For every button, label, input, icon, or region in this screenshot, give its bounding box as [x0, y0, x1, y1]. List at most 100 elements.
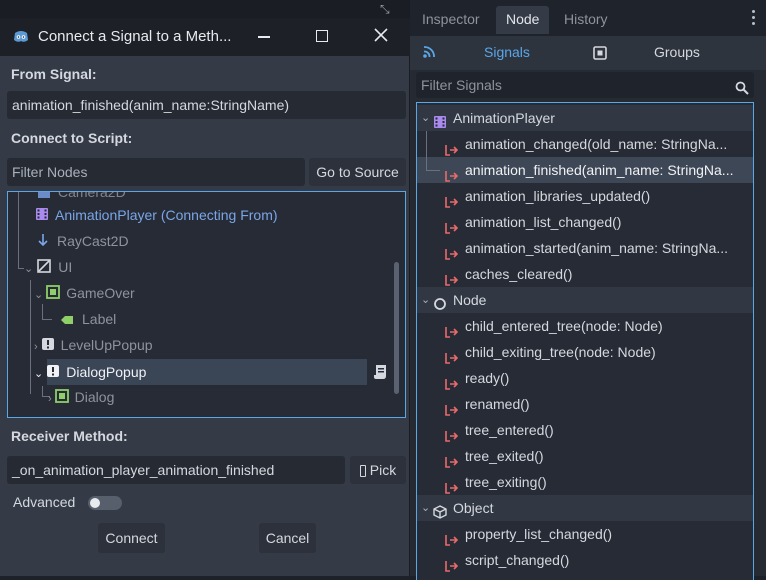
signal-label: script_changed() [465, 552, 570, 568]
signal-row[interactable]: tree_exited() [417, 443, 753, 469]
signal-group-label: AnimationPlayer [453, 110, 555, 126]
signal-label: child_exiting_tree(node: Node) [465, 344, 656, 360]
receiver-method-input[interactable]: _on_animation_player_animation_finished [7, 456, 345, 484]
signal-label: caches_cleared() [465, 266, 573, 282]
tab-inspector[interactable]: Inspector [412, 6, 490, 34]
signal-row[interactable]: tree_entered() [417, 417, 753, 443]
signal-row[interactable]: animation_libraries_updated() [417, 183, 753, 209]
animation-player-icon [35, 204, 49, 228]
advanced-toggle[interactable] [88, 496, 122, 510]
signal-arrow-icon [445, 450, 459, 469]
signal-label: tree_entered() [465, 422, 554, 438]
signal-row[interactable]: ready() [417, 365, 753, 391]
signal-arrow-icon [445, 554, 459, 573]
tree-node-label-node[interactable]: Label [60, 307, 116, 331]
signal-row[interactable]: animation_started(anim_name: StringNa... [417, 235, 753, 261]
signal-row[interactable]: renamed() [417, 391, 753, 417]
signal-row[interactable]: tree_exiting() [417, 469, 753, 495]
tree-node-dialogpopup[interactable]: ⌄ DialogPopup [34, 360, 146, 384]
connect-button[interactable]: Connect [98, 523, 165, 553]
cancel-button[interactable]: Cancel [259, 523, 316, 553]
signal-label: tree_exiting() [465, 474, 547, 490]
chevron-down-icon[interactable]: ⌄ [24, 263, 33, 275]
signal-row[interactable]: property_list_changed() [417, 521, 753, 547]
minimize-icon[interactable] [258, 36, 270, 38]
signal-arrow-icon [445, 528, 459, 547]
signal-label: child_entered_tree(node: Node) [465, 318, 663, 334]
tree-node-gameover[interactable]: ⌄ GameOver [34, 281, 135, 305]
tree-node-animationplayer[interactable]: AnimationPlayer (Connecting From) [35, 203, 278, 227]
signal-group-object[interactable]: ⌄ Object [417, 495, 753, 521]
tree-node-label: Label [82, 311, 117, 327]
tree-node-raycast2d[interactable]: RayCast2D [38, 229, 129, 253]
close-icon[interactable] [374, 28, 388, 45]
filter-signals-input[interactable]: Filter Signals [416, 72, 754, 98]
signals-tab[interactable]: Signals [484, 44, 530, 60]
dialog-title: Connect a Signal to a Meth... [38, 28, 232, 45]
signal-row[interactable]: animation_changed(old_name: StringNa... [417, 131, 753, 157]
groups-tab[interactable]: Groups [654, 44, 700, 60]
signal-arrow-icon [445, 138, 459, 157]
signal-group-node[interactable]: ⌄ Node [417, 287, 753, 313]
filter-signals-placeholder: Filter Signals [421, 77, 502, 93]
tree-node-label: GameOver [66, 285, 135, 301]
signal-row[interactable]: caches_cleared() [417, 261, 753, 287]
signal-label: animation_changed(old_name: StringNa... [465, 136, 728, 152]
signal-group-label: Object [453, 500, 494, 516]
signal-arrow-icon [445, 164, 459, 183]
tab-history[interactable]: History [554, 6, 618, 34]
signal-tree[interactable]: ⌄ AnimationPlayer animation_changed(old_… [416, 102, 754, 580]
dock-tab-bar: Inspector Node History [410, 0, 766, 36]
signal-label: animation_started(anim_name: StringNa... [465, 240, 729, 256]
more-options-icon[interactable] [752, 10, 756, 28]
signal-arrow-icon [445, 372, 459, 391]
chevron-down-icon[interactable]: ⌄ [421, 495, 430, 521]
tree-node-ui[interactable]: ⌄ UI [24, 255, 72, 279]
signal-row[interactable]: animation_list_changed() [417, 209, 753, 235]
signal-row[interactable]: script_changed() [417, 547, 753, 573]
groups-square-icon[interactable] [593, 46, 607, 63]
filter-nodes-input[interactable]: Filter Nodes [7, 158, 305, 186]
texture-rect-icon [54, 386, 69, 410]
signal-arrow-icon [445, 268, 459, 287]
dialog-titlebar[interactable]: Connect a Signal to a Meth... [0, 18, 410, 56]
signal-row[interactable]: child_exiting_tree(node: Node) [417, 339, 753, 365]
editor-background: ⤡ [0, 0, 410, 18]
signal-label: animation_list_changed() [465, 214, 622, 230]
popup-warning-icon [41, 334, 55, 358]
expand-icon: ⤡ [380, 2, 390, 16]
tree-node-leveluppopup[interactable]: › LevelUpPopup [34, 333, 153, 357]
connect-to-script-label: Connect to Script: [11, 130, 133, 146]
chevron-down-icon[interactable]: ⌄ [421, 105, 430, 131]
script-icon[interactable] [373, 364, 387, 383]
tree-node-dialog[interactable]: › Dialog [48, 385, 114, 409]
pick-button[interactable]: Pick [350, 456, 406, 484]
signal-row-selected[interactable]: animation_finished(anim_name: StringNa..… [417, 157, 753, 183]
chevron-right-icon[interactable]: › [48, 393, 52, 405]
signal-arrow-icon [445, 398, 459, 417]
go-to-source-button[interactable]: Go to Source [309, 158, 406, 186]
chevron-down-icon[interactable]: ⌄ [34, 289, 43, 301]
chevron-right-icon[interactable]: › [34, 341, 38, 353]
signal-label: property_list_changed() [465, 526, 613, 542]
tree-node-label: LevelUpPopup [60, 337, 153, 353]
label-tag-icon [60, 308, 74, 332]
signal-group-animationplayer[interactable]: ⌄ AnimationPlayer [417, 105, 753, 131]
maximize-icon[interactable] [316, 30, 328, 42]
signal-label: animation_finished(anim_name: StringNa..… [465, 162, 734, 178]
chevron-down-icon[interactable]: ⌄ [34, 368, 43, 380]
node-dock: Inspector Node History Signals Groups Fi… [410, 0, 766, 580]
popup-warning-icon [46, 361, 60, 385]
signal-arrow-icon [445, 320, 459, 339]
chevron-down-icon[interactable]: ⌄ [421, 287, 430, 313]
signal-row[interactable]: child_entered_tree(node: Node) [417, 313, 753, 339]
signal-group-label: Node [453, 292, 487, 308]
pick-label: Pick [369, 462, 397, 478]
from-signal-field: animation_finished(anim_name:StringName) [7, 91, 406, 119]
tree-scrollbar[interactable] [394, 262, 399, 394]
search-icon [735, 77, 749, 103]
control-node-icon [37, 256, 52, 280]
tab-node[interactable]: Node [496, 6, 550, 34]
signal-label: animation_libraries_updated() [465, 188, 651, 204]
scene-node-tree[interactable]: Camera2D AnimationPlayer (Connecting Fro… [7, 191, 406, 418]
